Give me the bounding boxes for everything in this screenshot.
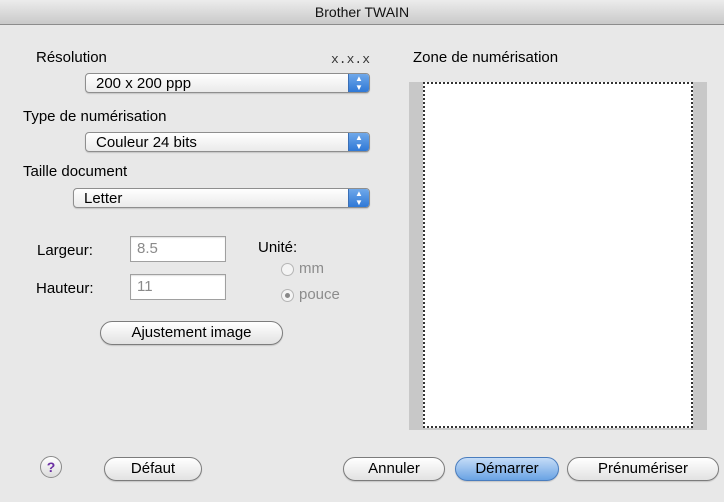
width-field[interactable]: 8.5 bbox=[130, 236, 226, 262]
start-button[interactable]: Démarrer bbox=[455, 457, 559, 481]
scan-type-value: Couleur 24 bits bbox=[96, 134, 197, 151]
scan-type-label: Type de numérisation bbox=[23, 108, 167, 125]
height-field[interactable]: 11 bbox=[130, 274, 226, 300]
height-label: Hauteur: bbox=[36, 280, 94, 297]
unit-mm-label: mm bbox=[299, 260, 324, 277]
cancel-button[interactable]: Annuler bbox=[343, 457, 445, 481]
scan-type-select[interactable]: Couleur 24 bits ▲ ▼ bbox=[85, 132, 370, 152]
scan-zone-label: Zone de numérisation bbox=[413, 49, 559, 66]
help-button[interactable]: ? bbox=[40, 456, 62, 478]
version-label: x.x.x bbox=[331, 52, 371, 67]
adjust-image-button[interactable]: Ajustement image bbox=[100, 321, 283, 345]
popup-arrows-icon: ▲ ▼ bbox=[348, 133, 369, 151]
default-button[interactable]: Défaut bbox=[104, 457, 202, 481]
document-size-label: Taille document bbox=[23, 163, 128, 180]
unit-inch-radio[interactable] bbox=[281, 289, 294, 302]
popup-arrows-icon: ▲ ▼ bbox=[348, 189, 369, 207]
resolution-label: Résolution bbox=[36, 49, 107, 66]
unit-inch-label: pouce bbox=[299, 286, 340, 303]
popup-arrows-icon: ▲ ▼ bbox=[348, 74, 369, 92]
scan-area-preview[interactable] bbox=[409, 82, 707, 430]
prescan-button[interactable]: Prénumériser bbox=[567, 457, 719, 481]
document-size-value: Letter bbox=[84, 190, 123, 207]
document-size-select[interactable]: Letter ▲ ▼ bbox=[73, 188, 370, 208]
scan-selection-frame[interactable] bbox=[423, 82, 693, 428]
resolution-value: 200 x 200 ppp bbox=[96, 75, 192, 92]
window-title: Brother TWAIN bbox=[0, 0, 724, 25]
width-label: Largeur: bbox=[37, 242, 93, 259]
unit-label: Unité: bbox=[258, 239, 298, 256]
unit-mm-radio[interactable] bbox=[281, 263, 294, 276]
resolution-select[interactable]: 200 x 200 ppp ▲ ▼ bbox=[85, 73, 370, 93]
